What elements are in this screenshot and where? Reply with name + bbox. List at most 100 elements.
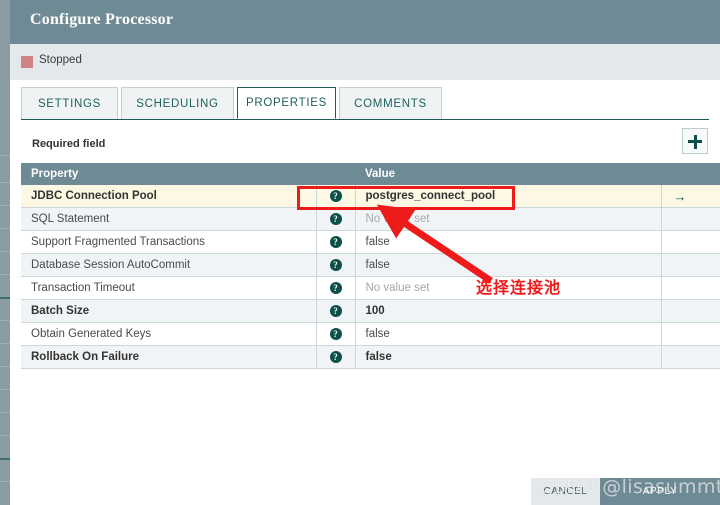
table-row[interactable]: SQL Statement? No value set — [21, 207, 720, 231]
status-badge: Stopped — [39, 54, 82, 66]
property-value-label: No value set — [365, 282, 430, 294]
table-row[interactable]: Support Fragmented Transactions? false — [21, 230, 720, 254]
canvas-grid-line — [0, 366, 10, 367]
help-icon[interactable]: ? — [329, 350, 342, 363]
row-action-cell — [661, 230, 720, 254]
help-icon[interactable]: ? — [329, 235, 342, 248]
plus-icon-vertical — [693, 134, 697, 149]
help-cell: ? — [316, 253, 356, 277]
row-action-cell — [661, 322, 720, 346]
table-row[interactable]: Batch Size? 100 — [21, 299, 720, 323]
required-field-note: Required field — [32, 138, 106, 150]
property-value-cell[interactable]: false — [355, 345, 662, 369]
table-header: Property Value — [21, 163, 720, 185]
row-action-cell — [661, 253, 720, 277]
property-name-cell: Database Session AutoCommit — [21, 253, 317, 277]
tab-properties[interactable]: PROPERTIES — [237, 87, 336, 119]
property-name-cell: Batch Size — [21, 299, 317, 323]
cancel-button[interactable]: CANCEL — [531, 478, 600, 505]
table-body: JDBC Connection Pool? postgres_connect_po… — [21, 185, 720, 369]
tab-label: SETTINGS — [37, 97, 102, 110]
property-name-cell: Rollback On Failure — [21, 345, 317, 369]
help-cell: ? — [316, 207, 356, 231]
tab-settings[interactable]: SETTINGS — [21, 87, 118, 119]
table-row[interactable]: Obtain Generated Keys? false — [21, 322, 720, 346]
help-icon[interactable]: ? — [329, 258, 342, 271]
canvas-grid-line — [0, 251, 10, 252]
property-value-label: false — [365, 328, 390, 340]
canvas-grid-line — [0, 182, 10, 183]
column-header-value: Value — [355, 163, 661, 185]
canvas-grid-line — [0, 274, 10, 275]
property-value-cell[interactable]: No value set — [355, 207, 662, 231]
tab-label: PROPERTIES — [246, 97, 327, 109]
help-icon[interactable]: ? — [329, 281, 342, 294]
row-action-cell — [661, 207, 720, 231]
help-icon[interactable]: ? — [329, 189, 342, 202]
property-value-label: false — [365, 259, 390, 271]
processor-status-bar: Stopped — [10, 44, 720, 80]
canvas-grid-line — [0, 412, 10, 413]
help-icon[interactable]: ? — [329, 304, 342, 317]
configure-processor-dialog: Configure Processor Stopped SETTINGS SCHE… — [10, 0, 720, 505]
help-icon[interactable]: ? — [329, 212, 342, 225]
row-action-cell — [661, 299, 720, 323]
table-row[interactable]: Transaction Timeout? No value set — [21, 276, 720, 300]
property-value-cell[interactable]: false — [355, 322, 662, 346]
property-value-cell[interactable]: 100 — [355, 299, 662, 323]
tab-label: SCHEDULING — [136, 97, 219, 110]
row-action-cell — [661, 276, 720, 300]
property-name-label: Database Session AutoCommit — [31, 259, 191, 271]
dialog-title-bar: Configure Processor — [10, 0, 720, 44]
property-name-label: Batch Size — [31, 305, 90, 317]
tab-scheduling[interactable]: SCHEDULING — [121, 87, 234, 119]
canvas-grid-line — [0, 481, 10, 482]
canvas-grid-line — [0, 435, 10, 436]
canvas-grid-line — [0, 205, 10, 206]
help-cell: ? — [316, 299, 356, 323]
table-row[interactable]: Rollback On Failure? false — [21, 345, 720, 369]
property-name-label: Rollback On Failure — [31, 351, 139, 363]
go-to-service-arrow-icon[interactable]: → — [674, 189, 687, 204]
row-action-cell: → — [661, 185, 720, 208]
property-value-label: postgres_connect_pool — [365, 190, 496, 202]
property-name-cell: JDBC Connection Pool — [21, 185, 317, 208]
property-name-cell: Transaction Timeout — [21, 276, 317, 300]
property-name-cell: SQL Statement — [21, 207, 317, 231]
property-name-cell: Obtain Generated Keys — [21, 322, 317, 346]
property-name-cell: Support Fragmented Transactions — [21, 230, 317, 254]
canvas-grid-line — [0, 228, 10, 229]
canvas-grid-line — [0, 389, 10, 390]
help-cell: ? — [316, 185, 356, 208]
canvas-grid-line — [0, 320, 10, 321]
table-row[interactable]: JDBC Connection Pool? postgres_connect_po… — [21, 185, 720, 208]
properties-table: Property Value JDBC Connection Pool? post… — [21, 163, 720, 369]
property-value-label: No value set — [365, 213, 430, 225]
table-header-row: Property Value — [21, 163, 720, 185]
add-property-button[interactable] — [682, 128, 708, 154]
column-header-action — [661, 163, 720, 185]
property-value-cell[interactable]: postgres_connect_pool — [355, 185, 662, 208]
page-title: Configure Processor — [30, 11, 174, 28]
dialog-footer: CANCEL APPLY — [10, 478, 720, 505]
annotation-label: 选择连接池 — [476, 278, 562, 297]
property-name-label: Transaction Timeout — [31, 282, 135, 294]
help-cell: ? — [316, 322, 356, 346]
row-action-cell — [661, 345, 720, 369]
canvas-grid-line — [0, 297, 10, 299]
canvas-grid-line — [0, 458, 10, 460]
canvas-grid-line — [0, 155, 10, 156]
tab-label: COMMENTS — [354, 97, 427, 110]
help-icon[interactable]: ? — [329, 327, 342, 340]
status-indicator-icon — [21, 56, 33, 68]
help-cell: ? — [316, 276, 356, 300]
property-name-label: SQL Statement — [31, 213, 110, 225]
background-canvas-strip — [0, 0, 10, 505]
table-row[interactable]: Database Session AutoCommit? false — [21, 253, 720, 277]
property-value-label: false — [365, 236, 390, 248]
property-value-cell[interactable]: false — [355, 230, 662, 254]
tab-bar: SETTINGS SCHEDULING PROPERTIES COMMENTS — [10, 80, 720, 120]
tab-comments[interactable]: COMMENTS — [339, 87, 442, 119]
property-value-label: 100 — [365, 305, 385, 317]
apply-button[interactable]: APPLY — [600, 478, 720, 505]
